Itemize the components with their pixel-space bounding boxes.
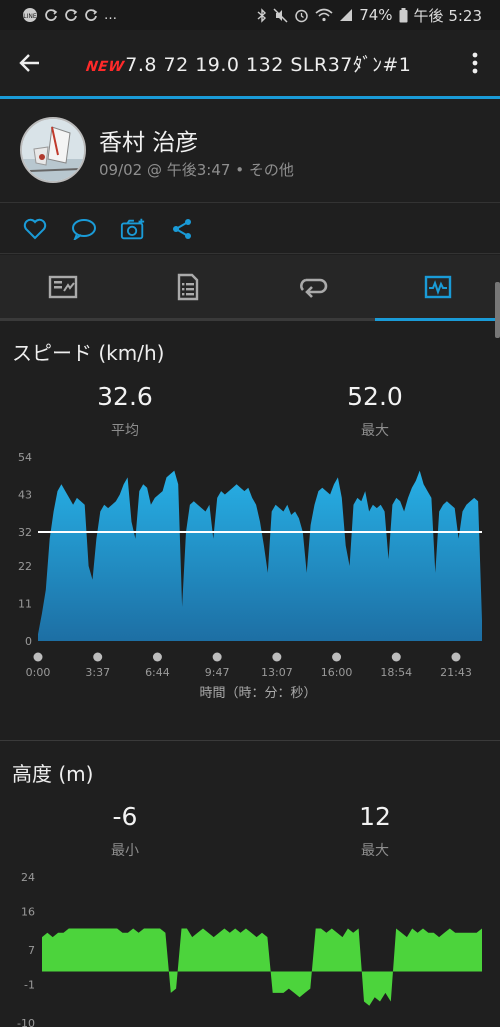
laps-loop-icon <box>299 278 327 298</box>
tab-laps[interactable] <box>250 255 375 318</box>
speed-x-tick-label: 16:00 <box>321 666 353 679</box>
svg-text:LINE: LINE <box>23 13 37 20</box>
elevation-max-label: 最大 <box>361 843 389 859</box>
speed-x-tick-dot <box>33 652 43 662</box>
elevation-area-series <box>42 928 482 1006</box>
speed-x-tick-dot <box>93 652 103 662</box>
battery-icon <box>399 7 408 22</box>
elevation-y-tick-label: -1 <box>24 978 35 991</box>
speed-x-axis-label: 時間（時：分：秒） <box>199 686 316 701</box>
alarm-icon <box>295 9 308 22</box>
elevation-chart: 24 16 7 -1 -10 <box>17 871 482 1027</box>
bluetooth-icon <box>257 7 267 23</box>
speed-avg-label: 平均 <box>111 423 139 439</box>
elevation-y-tick-label: 7 <box>28 944 35 957</box>
activity-title: NEW7.8 72 19.0 132 SLR37ﾀﾞﾝ#1 <box>60 50 450 77</box>
speed-x-tick-label: 18:54 <box>380 666 412 679</box>
summary-card-icon <box>48 275 77 298</box>
sync-icon <box>65 9 78 21</box>
speed-y-tick-label: 0 <box>25 635 32 648</box>
user-name: 香村 治彦 <box>99 130 199 156</box>
tab-summary[interactable] <box>0 255 125 318</box>
speed-max-value: 52.0 <box>347 382 403 411</box>
add-photo-button[interactable] <box>120 216 146 242</box>
status-bar: LINE … 74% 午後 5:23 <box>0 0 500 30</box>
speed-x-tick-dot <box>391 652 401 662</box>
back-arrow-icon <box>19 54 39 72</box>
section-divider <box>0 740 500 741</box>
speed-chart: 54 43 32 22 11 0 0:00 3:37 6:44 9:47 13:07 16:00 18… <box>18 451 482 701</box>
speed-y-tick-label: 32 <box>18 526 32 539</box>
signal-icon <box>340 9 353 21</box>
status-dots: … <box>104 7 117 23</box>
clock-text: 午後 5:23 <box>413 6 482 25</box>
app-bar: NEW7.8 72 19.0 132 SLR37ﾀﾞﾝ#1 <box>0 30 500 96</box>
speed-x-tick-label: 9:47 <box>205 666 230 679</box>
back-button[interactable] <box>0 30 60 96</box>
elevation-section-title: 高度 (m) <box>12 762 94 786</box>
status-right: 74% 午後 5:23 <box>257 5 482 26</box>
elevation-min-label: 最小 <box>111 843 139 859</box>
speed-y-tick-label: 54 <box>18 451 32 464</box>
speed-section-title: スピード (km/h) <box>12 341 165 365</box>
like-button[interactable] <box>22 216 48 242</box>
status-left: LINE … <box>22 7 117 23</box>
activity-subtitle: 09/02 @ 午後3:47 • その他 <box>99 161 294 179</box>
tab-details[interactable] <box>125 255 250 318</box>
elevation-max-value: 12 <box>359 802 391 831</box>
elevation-y-tick-label: 16 <box>21 905 35 918</box>
charts-icon <box>424 275 451 298</box>
more-vert-icon <box>472 52 478 74</box>
share-button[interactable] <box>169 216 195 242</box>
new-badge: NEW <box>84 58 126 75</box>
activity-title-text: 7.8 72 19.0 132 SLR37ﾀﾞﾝ#1 <box>125 53 412 76</box>
scrollbar-thumb[interactable] <box>495 282 500 338</box>
elevation-y-tick-label: -10 <box>17 1017 35 1027</box>
speed-x-tick-dot <box>272 652 282 662</box>
speed-x-tick-label: 21:43 <box>440 666 472 679</box>
overflow-menu-button[interactable] <box>450 30 500 96</box>
mute-icon <box>273 7 288 23</box>
comment-icon <box>72 218 96 240</box>
action-bar <box>0 204 500 254</box>
speed-max-label: 最大 <box>361 423 389 439</box>
share-icon <box>173 218 191 239</box>
line-icon: LINE <box>23 8 37 22</box>
avatar[interactable] <box>20 117 86 183</box>
heart-icon <box>23 218 47 239</box>
speed-x-tick-dot <box>152 652 162 662</box>
speed-x-tick-dot <box>332 652 342 662</box>
sync-icon <box>85 9 98 21</box>
windsurf-photo-icon <box>22 119 84 181</box>
sync-icon <box>45 9 58 21</box>
speed-area-series <box>38 470 482 641</box>
speed-x-tick-label: 0:00 <box>26 666 51 679</box>
tab-charts[interactable] <box>375 255 500 321</box>
speed-x-tick-dot <box>451 652 461 662</box>
speed-x-tick-label: 3:37 <box>85 666 110 679</box>
speed-x-tick-dot <box>212 652 222 662</box>
speed-y-tick-label: 11 <box>18 598 32 611</box>
speed-y-tick-label: 22 <box>18 560 32 573</box>
wifi-icon <box>315 8 333 22</box>
document-list-icon <box>177 273 198 300</box>
speed-x-tick-label: 13:07 <box>261 666 293 679</box>
speed-avg-value: 32.6 <box>97 382 153 411</box>
elevation-min-value: -6 <box>112 802 138 831</box>
comment-button[interactable] <box>71 216 97 242</box>
elevation-y-tick-label: 24 <box>21 871 35 884</box>
speed-x-tick-label: 6:44 <box>145 666 170 679</box>
camera-add-icon <box>120 218 145 239</box>
activity-header: 香村 治彦 09/02 @ 午後3:47 • その他 <box>0 99 500 203</box>
tab-bar <box>0 255 500 321</box>
battery-text: 74% <box>359 6 393 24</box>
speed-y-tick-label: 43 <box>18 488 32 501</box>
